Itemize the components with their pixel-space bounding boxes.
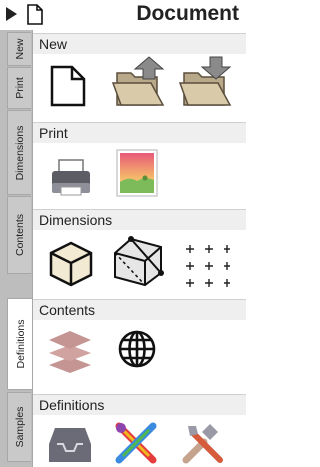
page-title: Document <box>136 2 239 25</box>
header: Document <box>0 0 245 30</box>
content-panel: New Print Dimensions Contents Definition… <box>32 30 246 467</box>
tab-new[interactable]: New <box>7 32 31 66</box>
section-print-title: Print <box>33 122 246 143</box>
tab-print[interactable]: Print <box>7 67 31 109</box>
inbox-tray-icon[interactable] <box>47 424 93 464</box>
tab-strip: New Print Dimensions Contents Definition… <box>0 30 33 467</box>
print-preview-icon[interactable] <box>115 148 159 198</box>
tools-icon[interactable] <box>180 420 226 466</box>
tab-samples[interactable]: Samples <box>7 392 31 462</box>
section-dimensions: Dimensions <box>33 209 246 299</box>
section-new-title: New <box>33 33 246 54</box>
layers-icon[interactable] <box>45 327 95 375</box>
section-contents-title: Contents <box>33 299 246 320</box>
play-icon[interactable] <box>6 7 17 21</box>
new-document-icon[interactable] <box>49 65 87 107</box>
tab-contents[interactable]: Contents <box>7 196 31 274</box>
section-definitions-title: Definitions <box>33 394 246 415</box>
section-definitions: Definitions <box>33 394 246 467</box>
open-folder-icon[interactable] <box>111 55 169 109</box>
save-folder-icon[interactable] <box>178 55 236 109</box>
box-diagonal-icon[interactable] <box>109 233 167 289</box>
grid-points-icon[interactable] <box>180 243 230 289</box>
section-new: New <box>33 33 246 122</box>
section-contents: Contents <box>33 299 246 394</box>
cube-dimensions-icon[interactable] <box>45 237 95 287</box>
section-dimensions-title: Dimensions <box>33 209 246 230</box>
printer-icon[interactable] <box>49 158 93 198</box>
tools-colorful-icon[interactable] <box>113 420 159 466</box>
globe-icon[interactable] <box>117 329 157 369</box>
section-print: Print <box>33 122 246 209</box>
tab-definitions[interactable]: Definitions <box>7 298 33 390</box>
document-icon <box>27 4 43 25</box>
tab-dimensions[interactable]: Dimensions <box>7 110 31 195</box>
